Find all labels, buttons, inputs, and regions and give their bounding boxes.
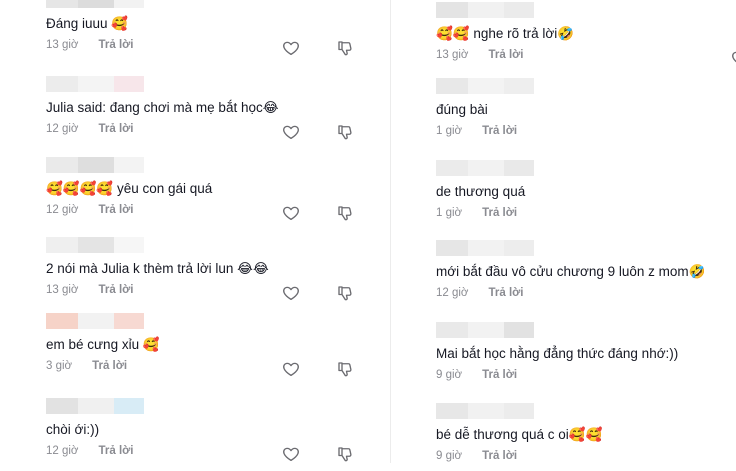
heart-icon[interactable] (282, 284, 300, 302)
comments-column-left: Đáng iuuu 🥰 13 giờ Trả lời Julia said: đang… (46, 0, 352, 463)
username-blurred[interactable] (46, 157, 346, 173)
username-blurred[interactable] (46, 237, 346, 253)
column-divider (390, 0, 391, 463)
comment-item: chòi ới:)) 12 giờ Trả lời (46, 398, 352, 462)
username-blurred[interactable] (46, 398, 346, 414)
comment-item: 🥰🥰🥰🥰 yêu con gái quá 12 giờ Trả lời (46, 157, 352, 221)
dislike-icon[interactable] (336, 284, 354, 302)
comment-actions: 1 (731, 49, 736, 67)
comment-time: 1 giờ (436, 125, 463, 137)
heart-icon[interactable] (282, 204, 300, 222)
comment-time: 12 giờ (46, 123, 79, 135)
comment-meta: 1 giờ Trả lời (436, 125, 736, 137)
comment-item: bé dễ thương quá c oi🥰🥰 9 giờ Trả lời (436, 403, 736, 462)
comment-meta: 12 giờ Trả lời (436, 287, 736, 299)
username-blurred[interactable] (436, 240, 736, 256)
heart-icon[interactable] (282, 123, 300, 141)
comment-text: 🥰🥰🥰🥰 yêu con gái quá (46, 181, 213, 196)
comment-meta: 12 giờ Trả lời (46, 204, 352, 221)
comment-actions (282, 39, 354, 57)
comment-meta: 13 giờ Trả lời (46, 39, 352, 56)
username-blurred[interactable] (436, 403, 736, 419)
comment-text: đúng bài (436, 102, 488, 117)
heart-icon[interactable] (282, 445, 300, 463)
comment-time: 1 giờ (436, 207, 463, 219)
comment-meta: 3 giờ Trả lời (46, 360, 352, 377)
comment-item: Mai bắt học hằng đẳng thức đáng nhớ:)) 9 … (436, 322, 736, 381)
reply-button[interactable]: Trả lời (98, 204, 133, 216)
comment-time: 3 giờ (46, 360, 73, 372)
comment-actions (282, 445, 354, 463)
comment-time: 12 giờ (46, 445, 79, 457)
comment-text: bé dễ thương quá c oi🥰🥰 (436, 427, 603, 442)
comment-time: 13 giờ (46, 39, 79, 51)
comment-item: de thương quá 1 giờ Trả lời (436, 160, 736, 219)
heart-icon[interactable] (282, 360, 300, 378)
reply-button[interactable]: Trả lời (482, 207, 517, 219)
comment-time: 9 giờ (436, 450, 463, 462)
dislike-icon[interactable] (336, 204, 354, 222)
dislike-icon[interactable] (336, 39, 354, 57)
heart-icon[interactable] (731, 49, 736, 67)
comment-actions (282, 123, 354, 141)
comment-time: 12 giờ (436, 287, 469, 299)
comment-meta: 12 giờ Trả lời (46, 123, 352, 140)
username-blurred[interactable] (436, 322, 736, 338)
comment-item: Đáng iuuu 🥰 13 giờ Trả lời (46, 0, 352, 56)
reply-button[interactable]: Trả lời (488, 287, 523, 299)
reply-button[interactable]: Trả lời (98, 284, 133, 296)
comment-item: em bé cưng xỉu 🥰 3 giờ Trả lời (46, 313, 352, 377)
dislike-icon[interactable] (336, 123, 354, 141)
comment-actions (282, 360, 354, 378)
reply-button[interactable]: Trả lời (92, 360, 127, 372)
username-blurred[interactable] (436, 78, 736, 94)
comment-text: em bé cưng xỉu 🥰 (46, 337, 160, 352)
reply-button[interactable]: Trả lời (482, 369, 517, 381)
comment-text: chòi ới:)) (46, 422, 100, 437)
comment-time: 13 giờ (46, 284, 79, 296)
reply-button[interactable]: Trả lời (482, 450, 517, 462)
username-blurred[interactable] (46, 313, 346, 329)
comment-meta: 13 giờ Trả lời (46, 284, 352, 301)
comment-text: mới bắt đầu vô cửu chương 9 luôn z mom🤣 (436, 264, 706, 279)
username-blurred[interactable] (436, 2, 736, 18)
comment-meta: 13 giờTrả lời1 (436, 49, 736, 63)
comment-meta: 9 giờ Trả lời (436, 369, 736, 381)
comment-meta: 9 giờ Trả lời (436, 450, 736, 462)
username-blurred[interactable] (46, 0, 346, 8)
dislike-icon[interactable] (336, 445, 354, 463)
comment-text: de thương quá (436, 184, 526, 199)
comment-item: 2 nói mà Julia k thèm trả lời lun 😂😂 13 g… (46, 237, 352, 301)
comment-time: 13 giờ (436, 49, 469, 61)
comment-text: Đáng iuuu 🥰 (46, 16, 129, 31)
reply-button[interactable]: Trả lời (98, 39, 133, 51)
comment-meta: 1 giờ Trả lời (436, 207, 736, 219)
reply-button[interactable]: Trả lời (488, 49, 523, 61)
comment-text: 2 nói mà Julia k thèm trả lời lun 😂😂 (46, 261, 269, 276)
comment-meta: 12 giờ Trả lời (46, 445, 352, 462)
dislike-icon[interactable] (336, 360, 354, 378)
comment-actions (282, 204, 354, 222)
username-blurred[interactable] (46, 76, 346, 92)
comment-item: 🥰🥰 nghe rõ trả lời🤣13 giờTrả lời1 (436, 2, 736, 63)
heart-icon[interactable] (282, 39, 300, 57)
comment-text: 🥰🥰 nghe rõ trả lời🤣 (436, 26, 575, 41)
reply-button[interactable]: Trả lời (482, 125, 517, 137)
comment-time: 12 giờ (46, 204, 79, 216)
comments-column-right: 🥰🥰 nghe rõ trả lời🤣 13 giờ Trả lời 1 đúng bà… (436, 0, 736, 463)
comment-text: Mai bắt học hằng đẳng thức đáng nhớ:)) (436, 346, 679, 361)
reply-button[interactable]: Trả lời (98, 123, 133, 135)
comment-time: 9 giờ (436, 369, 463, 381)
reply-button[interactable]: Trả lời (98, 445, 133, 457)
comment-actions (282, 284, 354, 302)
comment-text: Julia said: đang chơi mà mẹ bắt học😂 (46, 100, 279, 115)
comment-item: mới bắt đầu vô cửu chương 9 luôn z mom🤣 1… (436, 240, 736, 299)
username-blurred[interactable] (436, 160, 736, 176)
comment-item: đúng bài 1 giờ Trả lời (436, 78, 736, 137)
comment-item: Julia said: đang chơi mà mẹ bắt học😂 12 g… (46, 76, 352, 140)
